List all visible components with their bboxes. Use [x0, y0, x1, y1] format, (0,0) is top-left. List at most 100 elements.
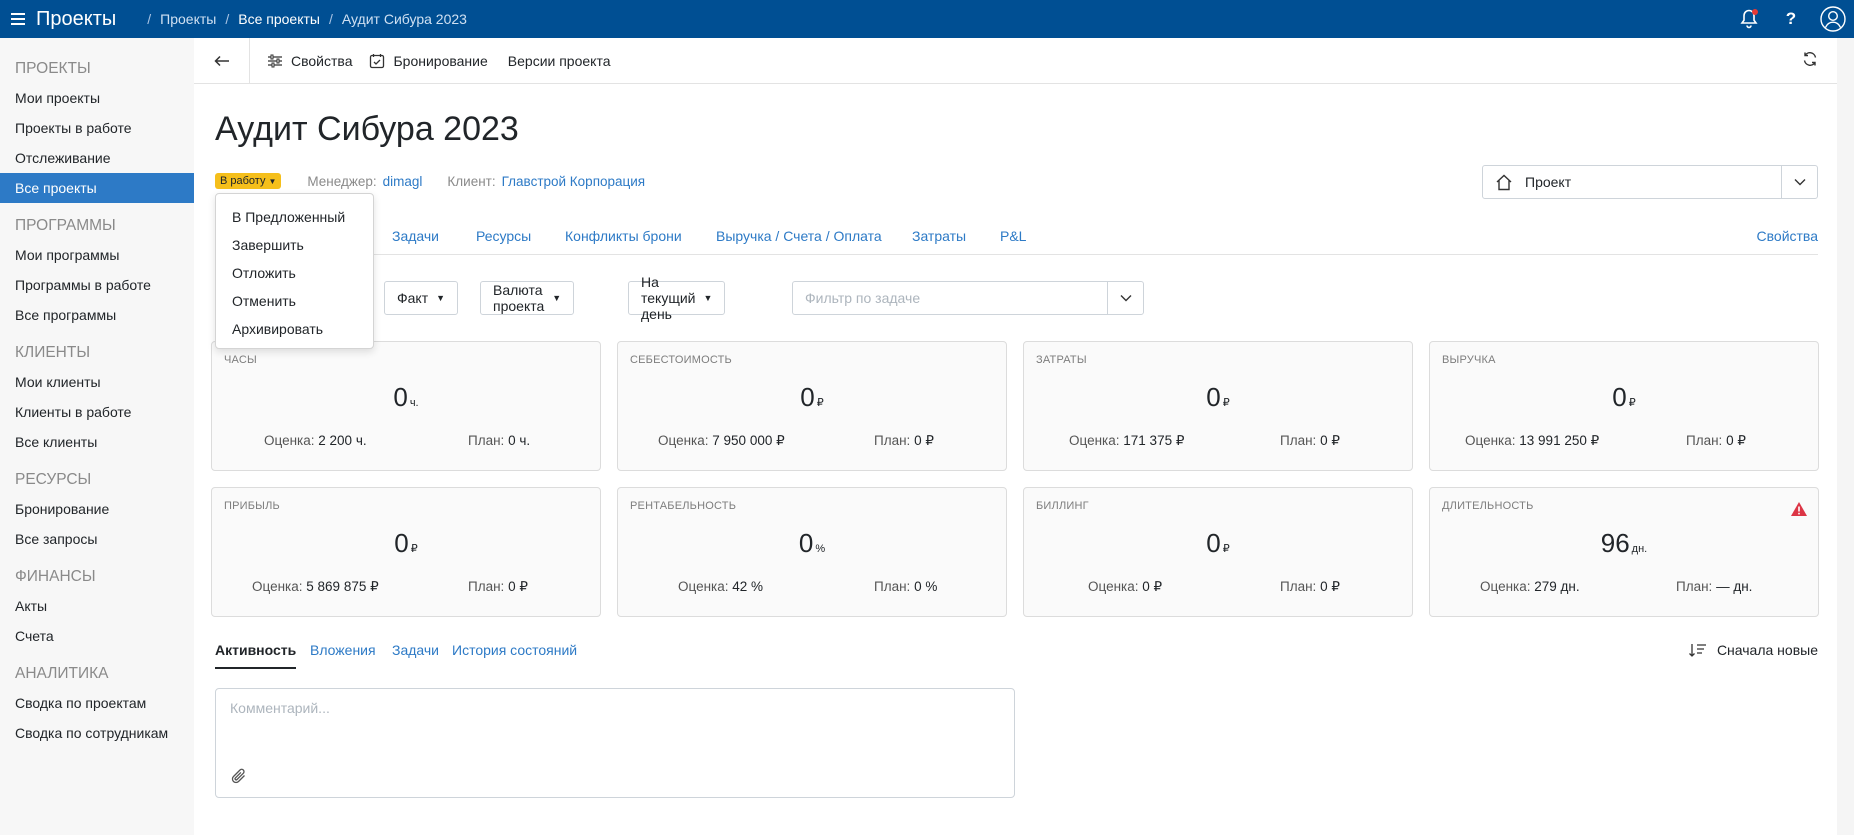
project-tabs: Задачи Ресурсы Конфликты брони Выручка /…	[215, 225, 1818, 255]
sidebar-section-clients: КЛИЕНТЫ	[15, 344, 91, 361]
sort-label: Сначала новые	[1716, 642, 1818, 658]
metric-plan: План: 0 ч.	[468, 433, 531, 448]
metric-estimate: Оценка: 0 ₽	[1088, 579, 1163, 594]
sidebar-item-projects-in-progress[interactable]: Проекты в работе	[0, 113, 194, 143]
breadcrumb-projects[interactable]: Проекты	[160, 11, 216, 27]
sidebar-item-all-requests[interactable]: Все запросы	[0, 524, 194, 554]
metric-estimate: Оценка: 7 950 000 ₽	[658, 433, 785, 448]
notifications-bell-icon[interactable]	[1728, 0, 1770, 38]
menu-item-archive[interactable]: Архивировать	[216, 315, 373, 343]
sidebar-item-employees-summary[interactable]: Сводка по сотрудникам	[0, 718, 194, 748]
project-toolbar: Свойства Бронирование Версии проекта	[194, 37, 1854, 84]
tab-activity-tasks[interactable]: Задачи	[392, 642, 439, 658]
sidebar-item-booking[interactable]: Бронирование	[0, 494, 194, 524]
sidebar-item-all-clients[interactable]: Все клиенты	[0, 427, 194, 457]
metric-value: 96 дн.	[1600, 528, 1648, 558]
tab-resources[interactable]: Ресурсы	[476, 228, 531, 244]
sidebar-item-tracking[interactable]: Отслеживание	[0, 143, 194, 173]
refresh-icon[interactable]	[1802, 51, 1818, 70]
project-type-select[interactable]: Проект	[1482, 165, 1818, 199]
back-arrow-icon[interactable]	[194, 37, 250, 84]
sidebar-section-resources: РЕСУРСЫ	[15, 471, 92, 488]
tab-tasks[interactable]: Задачи	[392, 228, 439, 244]
metric-card-hours: ЧАСЫ 0 ч. Оценка: 2 200 ч. План: 0 ч.	[211, 341, 601, 471]
sidebar-item-my-projects[interactable]: Мои проекты	[0, 83, 194, 113]
metric-caption: ЧАСЫ	[224, 354, 257, 366]
hamburger-menu-icon[interactable]	[0, 0, 36, 38]
menu-item-to-proposed[interactable]: В Предложенный	[216, 203, 373, 231]
metric-value: 0 ч.	[393, 382, 419, 412]
currency-filter-label: Валюта проекта	[493, 282, 545, 314]
breadcrumb-separator: /	[328, 11, 333, 27]
sidebar-item-all-projects[interactable]: Все проекты	[0, 173, 194, 203]
sidebar-item-my-programs[interactable]: Мои программы	[0, 240, 194, 270]
sidebar-item-my-clients[interactable]: Мои клиенты	[0, 367, 194, 397]
tab-attachments[interactable]: Вложения	[310, 642, 376, 658]
sort-descending-icon	[1688, 644, 1706, 657]
chevron-down-icon[interactable]	[1781, 166, 1817, 198]
sidebar-item-projects-summary[interactable]: Сводка по проектам	[0, 688, 194, 718]
sidebar-item-invoices[interactable]: Счета	[0, 621, 194, 651]
tab-booking-conflicts[interactable]: Конфликты брони	[565, 228, 682, 244]
breadcrumb-current: Аудит Сибура 2023	[341, 11, 467, 27]
app-title[interactable]: Проекты	[36, 8, 116, 31]
sidebar-item-programs-in-progress[interactable]: Программы в работе	[0, 270, 194, 300]
status-badge[interactable]: В работу ▼	[215, 173, 282, 189]
sliders-icon	[268, 54, 282, 67]
metric-caption: РЕНТАБЕЛЬНОСТЬ	[630, 500, 737, 512]
tab-status-history[interactable]: История состояний	[452, 642, 577, 658]
metric-estimate: Оценка: 279 дн.	[1480, 579, 1580, 594]
comment-placeholder: Комментарий...	[230, 700, 330, 716]
comment-textarea[interactable]: Комментарий...	[215, 688, 1015, 798]
help-icon[interactable]: ?	[1770, 0, 1812, 38]
tab-expenses[interactable]: Затраты	[912, 228, 966, 244]
sort-button[interactable]: Сначала новые	[1688, 642, 1818, 658]
user-avatar-icon[interactable]	[1812, 0, 1854, 38]
tab-activity[interactable]: Активность	[215, 642, 297, 669]
task-filter-input[interactable]: Фильтр по задаче	[792, 281, 1144, 315]
chevron-down-icon[interactable]	[1107, 282, 1143, 314]
metric-estimate: Оценка: 42 %	[678, 579, 764, 594]
caret-down-icon: ▼	[552, 293, 562, 303]
sidebar-section-finance: ФИНАНСЫ	[15, 568, 96, 585]
metric-plan: План: 0 %	[874, 579, 938, 594]
tab-pnl[interactable]: P&L	[1000, 228, 1026, 244]
metric-estimate: Оценка: 5 869 875 ₽	[252, 579, 379, 594]
tab-properties[interactable]: Свойства	[1757, 228, 1818, 244]
sidebar-item-acts[interactable]: Акты	[0, 591, 194, 621]
properties-label: Свойства	[291, 52, 353, 69]
date-filter-button[interactable]: На текущий день ▼	[628, 274, 726, 322]
metric-caption: БИЛЛИНГ	[1036, 500, 1089, 512]
status-dropdown-menu: В Предложенный Завершить Отложить Отмени…	[215, 193, 374, 349]
fact-filter-button[interactable]: Факт ▼	[384, 281, 459, 315]
fact-filter-label: Факт	[397, 290, 429, 306]
properties-button[interactable]: Свойства	[267, 53, 352, 69]
metric-estimate: Оценка: 2 200 ч.	[264, 433, 367, 448]
sidebar-item-clients-in-progress[interactable]: Клиенты в работе	[0, 397, 194, 427]
project-versions-button[interactable]: Версии проекта	[508, 53, 611, 69]
chevron-down-icon: ▼	[268, 176, 277, 186]
date-filter-label: На текущий день	[641, 274, 696, 322]
metric-card-expenses: ЗАТРАТЫ 0 ₽ Оценка: 171 375 ₽ План: 0 ₽	[1023, 341, 1413, 471]
breadcrumb-all-projects[interactable]: Все проекты	[238, 11, 320, 27]
metric-caption: ЗАТРАТЫ	[1036, 354, 1087, 366]
project-meta-row: В работу ▼ Менеджер: dimagl Клиент: Главс…	[215, 173, 670, 189]
metric-plan: План: 0 ₽	[1686, 433, 1746, 448]
page-scrollbar[interactable]	[1837, 38, 1854, 835]
booking-button[interactable]: Бронирование	[369, 53, 488, 69]
client-link[interactable]: Главстрой Корпорация	[502, 174, 646, 189]
metric-card-billing: БИЛЛИНГ 0 ₽ Оценка: 0 ₽ План: 0 ₽	[1023, 487, 1413, 617]
metric-card-duration: ДЛИТЕЛЬНОСТЬ 96 дн. Оценка: 279 дн. План:…	[1429, 487, 1819, 617]
warning-icon[interactable]	[1790, 501, 1808, 520]
sidebar-item-all-programs[interactable]: Все программы	[0, 300, 194, 330]
tab-revenue-invoices-payment[interactable]: Выручка / Счета / Оплата	[716, 228, 882, 244]
manager-link[interactable]: dimagl	[383, 174, 423, 189]
menu-item-postpone[interactable]: Отложить	[216, 259, 373, 287]
metric-card-revenue: ВЫРУЧКА 0 ₽ Оценка: 13 991 250 ₽ План: 0 …	[1429, 341, 1819, 471]
menu-item-complete[interactable]: Завершить	[216, 231, 373, 259]
paperclip-icon[interactable]	[230, 767, 248, 788]
metric-card-cost: СЕБЕСТОИМОСТЬ 0 ₽ Оценка: 7 950 000 ₽ Пла…	[617, 341, 1007, 471]
currency-filter-button[interactable]: Валюта проекта ▼	[480, 281, 575, 315]
metric-estimate: Оценка: 13 991 250 ₽	[1465, 433, 1600, 448]
menu-item-cancel[interactable]: Отменить	[216, 287, 373, 315]
